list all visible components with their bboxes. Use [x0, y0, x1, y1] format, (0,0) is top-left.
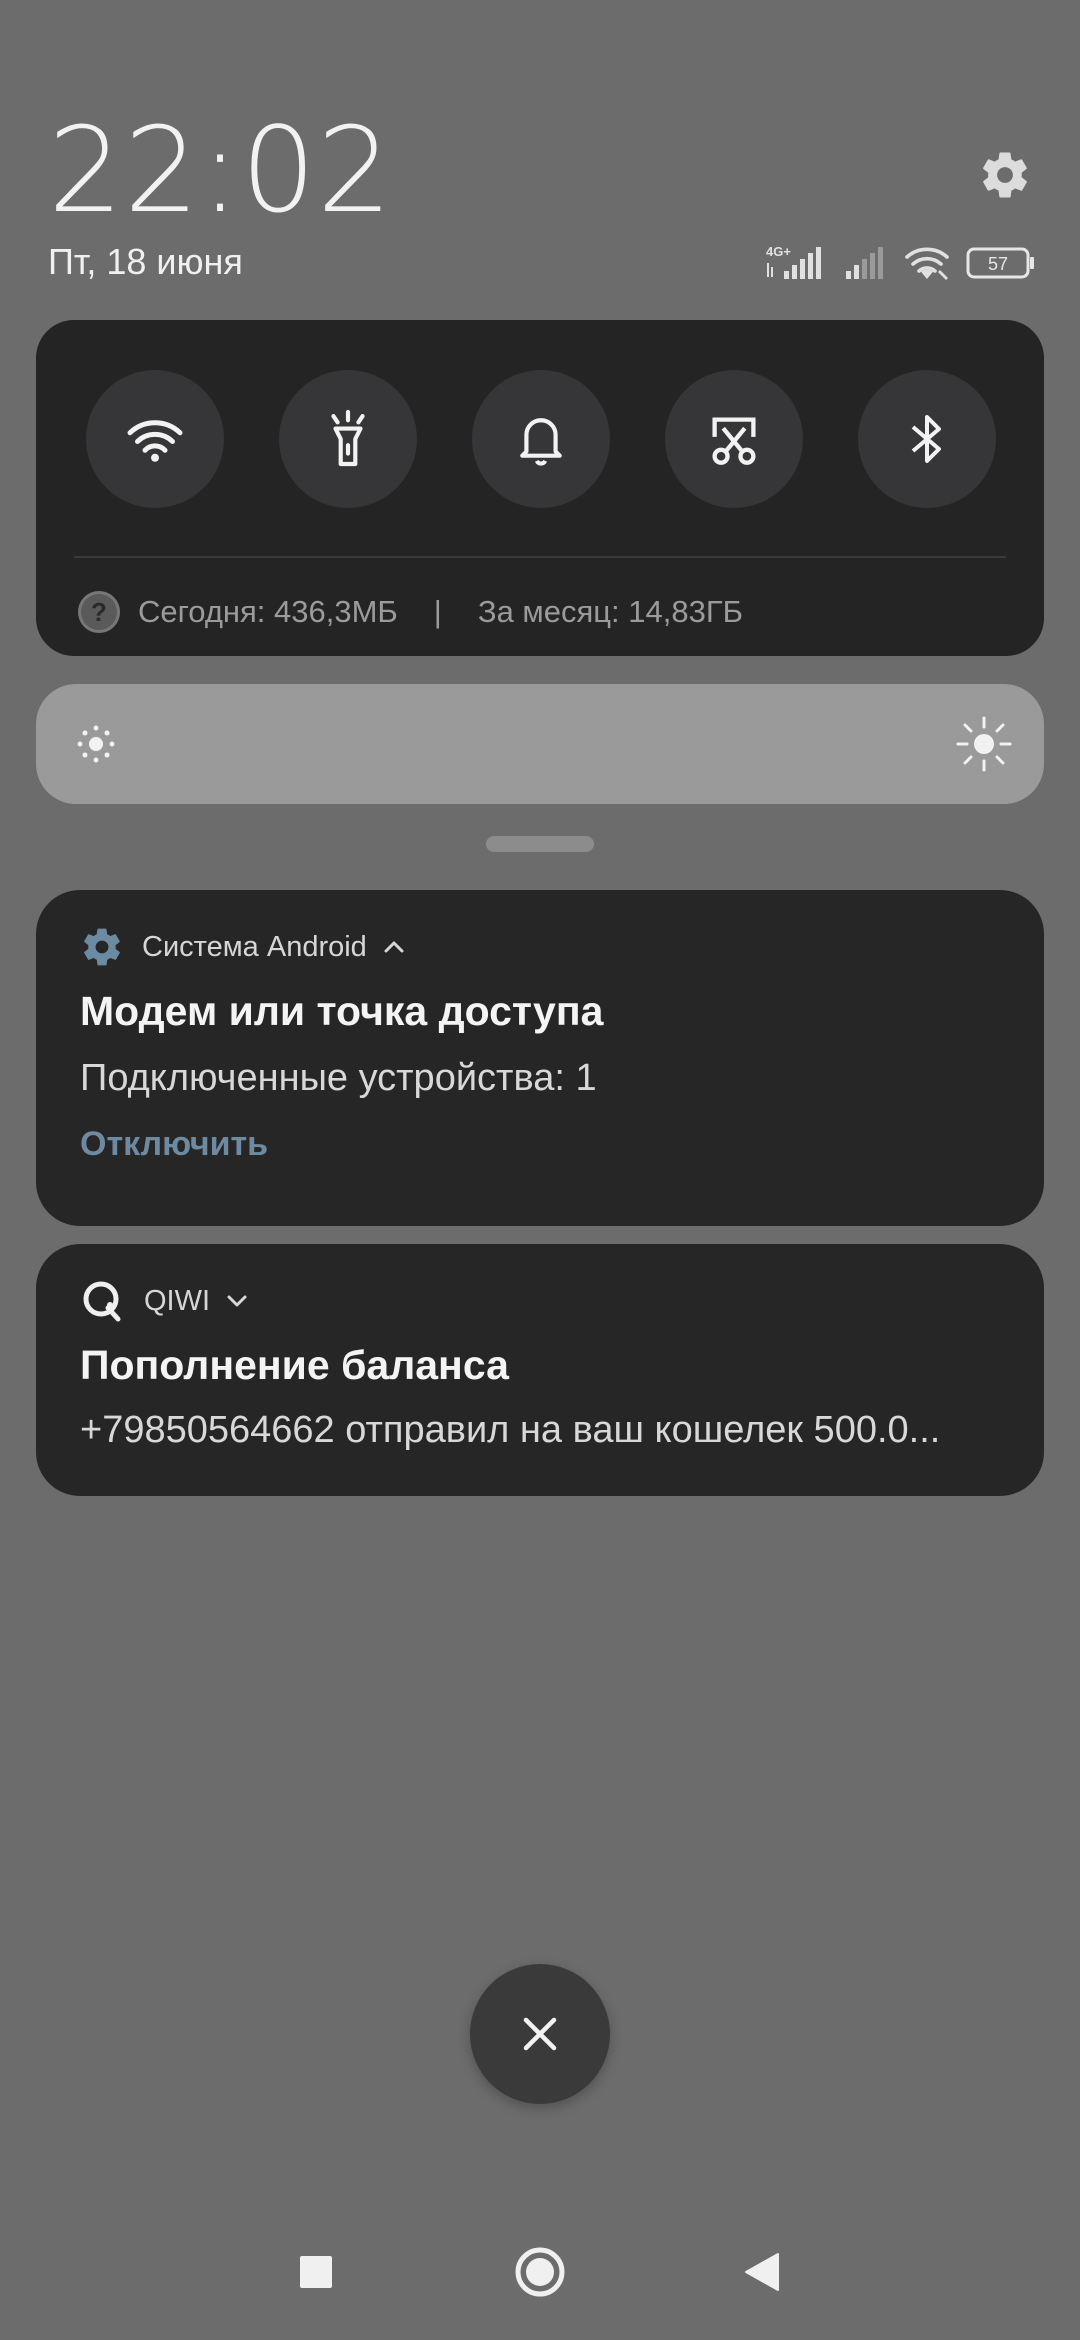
settings-gear-icon[interactable] [978, 148, 1032, 202]
wifi-icon [127, 420, 183, 462]
network-label: 4G+ [766, 244, 791, 259]
battery-icon: 57 [966, 247, 1034, 279]
flashlight-icon [331, 409, 365, 467]
square-icon [300, 2256, 332, 2288]
clock: 22:02 [48, 101, 394, 239]
notification-title: Модем или точка доступа [80, 988, 604, 1034]
divider [74, 556, 1006, 558]
notification-text: +79850564662 отправил на ваш кошелек 500… [80, 1409, 941, 1451]
triangle-back-icon [745, 2253, 779, 2291]
data-month: За месяц: 14,83ГБ [477, 594, 743, 629]
panel-drag-handle[interactable] [486, 836, 594, 852]
notification-header: Система Android [80, 924, 407, 970]
brightness-slider[interactable] [36, 684, 1044, 804]
brightness-high-icon [956, 716, 1012, 772]
recents-button[interactable] [286, 2242, 346, 2302]
notification-app-name: QIWI [144, 1284, 211, 1317]
bell-icon [520, 418, 562, 466]
data-separator: | [433, 594, 442, 629]
back-button[interactable] [732, 2242, 792, 2302]
clear-notifications-button[interactable] [470, 1964, 610, 2104]
notification-title: Пополнение баланса [80, 1342, 509, 1388]
qiwi-logo-icon [83, 1281, 121, 1322]
data-usage[interactable]: ? Сегодня: 436,3МБ | За месяц: 14,83ГБ [78, 586, 743, 638]
signal-4g-icon: 4G+ [766, 244, 821, 279]
chevron-up-icon[interactable] [381, 937, 407, 957]
bluetooth-toggle[interactable] [858, 370, 996, 508]
navigation-bar [0, 2230, 1080, 2320]
disable-hotspot-button[interactable]: Отключить [80, 1122, 268, 1166]
signal-icon [846, 247, 883, 279]
android-system-gear-icon [84, 928, 120, 966]
quick-settings-panel: ? Сегодня: 436,3МБ | За месяц: 14,83ГБ [36, 320, 1044, 656]
screen-cast-icon [712, 417, 756, 465]
notification-header: QIWI [80, 1278, 250, 1324]
notification-text: Подключенные устройства: 1 [80, 1057, 597, 1099]
screenshot-toggle[interactable] [665, 370, 803, 508]
notification-qiwi[interactable]: QIWI Пополнение баланса +79850564662 отп… [36, 1244, 1044, 1496]
wifi-toggle[interactable] [86, 370, 224, 508]
bluetooth-icon [911, 415, 941, 463]
flashlight-toggle[interactable] [279, 370, 417, 508]
circle-icon [515, 2247, 565, 2297]
sound-toggle[interactable] [472, 370, 610, 508]
home-button[interactable] [510, 2242, 570, 2302]
data-today: Сегодня: 436,3МБ [138, 594, 398, 629]
notification-app-name: Система Android [142, 930, 367, 963]
wifi-status-icon [905, 247, 949, 280]
notification-hotspot[interactable]: Система Android Модем или точка доступа … [36, 890, 1044, 1226]
chevron-down-icon[interactable] [224, 1291, 250, 1311]
close-icon [523, 2017, 557, 2051]
status-icons: 4G+ 57 [766, 240, 1036, 286]
brightness-low-icon [77, 725, 115, 763]
date: Пт, 18 июня [48, 241, 243, 282]
battery-level: 57 [988, 254, 1008, 274]
help-icon: ? [78, 591, 120, 633]
